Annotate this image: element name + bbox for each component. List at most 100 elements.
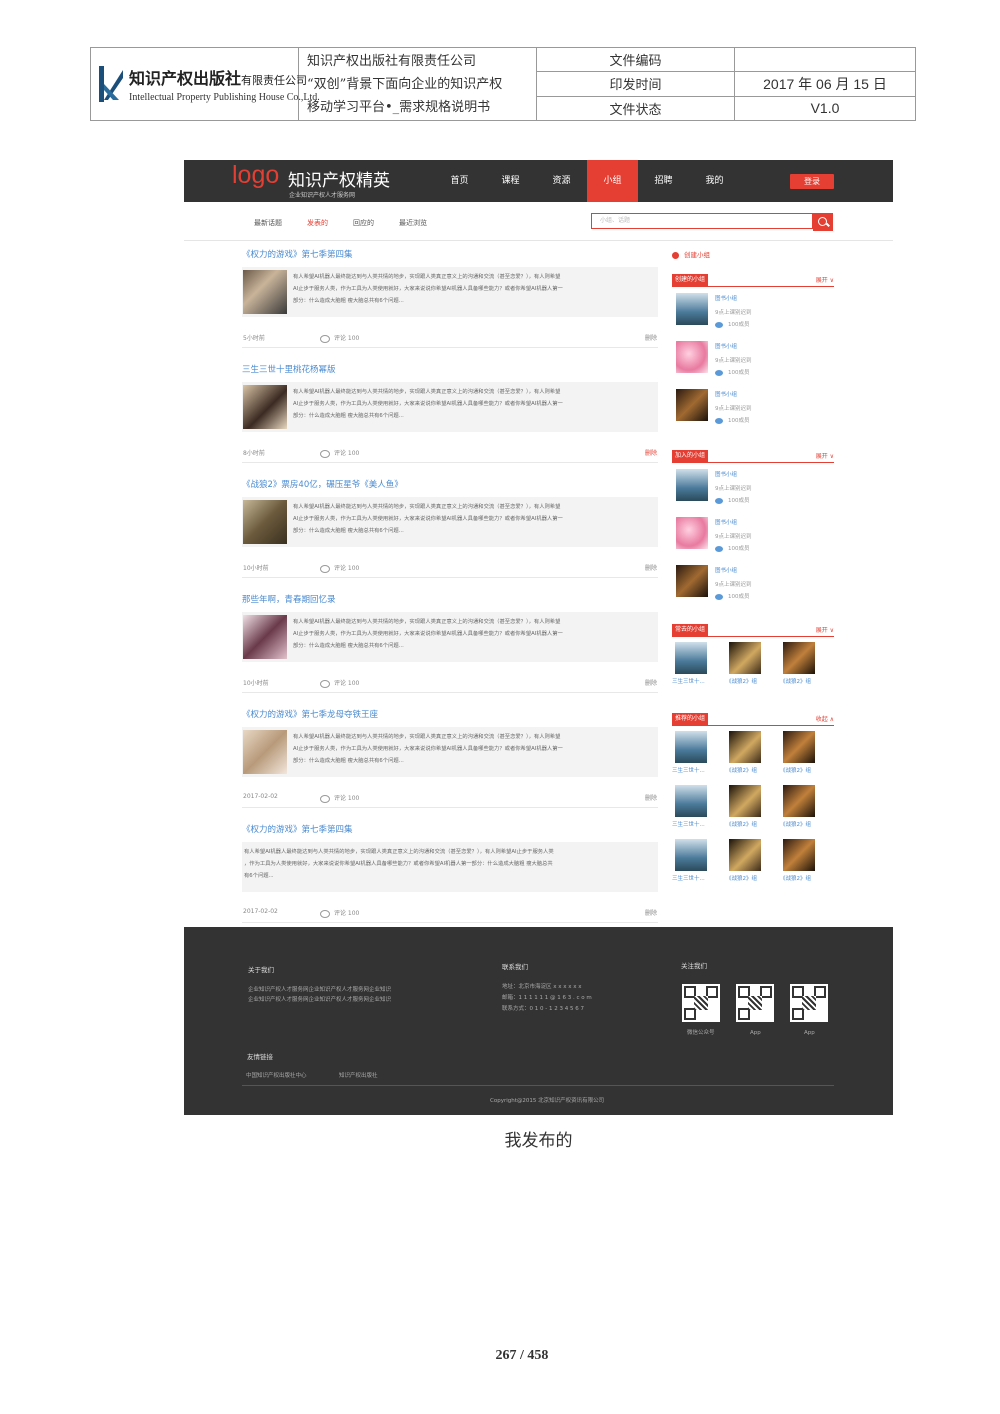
group-item[interactable]: 图书小组 9点上课别迟到 100成员 (672, 463, 834, 511)
group-tile[interactable]: 《战狼2》组 (726, 726, 780, 780)
group-cover[interactable] (675, 642, 707, 674)
group-cover[interactable] (675, 839, 707, 871)
footer-link[interactable]: 知识产权出版社 (339, 1071, 378, 1081)
group-name[interactable]: 图书小组 (715, 294, 737, 302)
footer-link[interactable]: 中国知识产权出版社中心 (246, 1071, 307, 1081)
group-tile[interactable]: 《战狼2》组 (726, 637, 780, 691)
post-thumbnail[interactable] (243, 730, 287, 774)
tab-latest-topics[interactable]: 最新话题 (254, 218, 282, 228)
group-item[interactable]: 图书小组 9点上课别迟到 100成员 (672, 559, 834, 607)
group-tile-label[interactable]: 《战狼2》组 (780, 820, 834, 828)
tab-posted[interactable]: 发表的 (307, 218, 328, 228)
group-tile-label[interactable]: 《战狼2》组 (780, 874, 834, 882)
group-tile-label[interactable]: 《战狼2》组 (780, 766, 834, 774)
nav-mine[interactable]: 我的 (689, 160, 740, 202)
group-item[interactable]: 图书小组 9点上课别迟到 100成员 (672, 511, 834, 559)
group-tile[interactable]: 三生三世十... (672, 726, 726, 780)
group-cover[interactable] (676, 565, 708, 597)
group-cover[interactable] (676, 389, 708, 421)
nav-jobs[interactable]: 招聘 (638, 160, 689, 202)
group-name[interactable]: 图书小组 (715, 390, 737, 398)
comment-count[interactable]: 评论 100 (320, 678, 359, 688)
group-tile-label[interactable]: 《战狼2》组 (726, 820, 780, 828)
group-tile[interactable]: 《战狼2》组 (780, 726, 834, 780)
group-name[interactable]: 图书小组 (715, 566, 737, 574)
delete-link[interactable]: 删除 (645, 908, 657, 917)
group-tile-label[interactable]: 三生三世十... (672, 874, 726, 882)
group-cover[interactable] (676, 469, 708, 501)
search-button[interactable] (813, 213, 833, 231)
group-item[interactable]: 图书小组 9点上课别迟到 100成员 (672, 383, 834, 431)
nav-groups[interactable]: 小组 (587, 160, 638, 202)
post-body: 有人希望AI机器人最终能达到与人类共情的地步，实现跟人类真正意义上的沟通和交流（… (242, 497, 658, 547)
delete-link[interactable]: 删除 (645, 563, 657, 572)
group-tile[interactable]: 《战狼2》组 (780, 780, 834, 834)
tab-recent[interactable]: 最近浏览 (399, 218, 427, 228)
nav-courses[interactable]: 课程 (485, 160, 536, 202)
create-group-link[interactable]: 创建小组 (672, 248, 834, 262)
group-tile-label[interactable]: 《战狼2》组 (726, 874, 780, 882)
group-cover[interactable] (729, 731, 761, 763)
delete-link[interactable]: 删除 (645, 448, 657, 457)
group-tile[interactable]: 《战狼2》组 (726, 780, 780, 834)
tab-replied[interactable]: 回应的 (353, 218, 374, 228)
group-cover[interactable] (676, 341, 708, 373)
nav-home[interactable]: 首页 (434, 160, 485, 202)
group-cover[interactable] (783, 839, 815, 871)
post-title[interactable]: 那些年啊，青春期回忆录 (242, 593, 658, 607)
post-title[interactable]: 《权力的游戏》第七季龙母夺铁王座 (242, 708, 658, 722)
group-cover[interactable] (783, 731, 815, 763)
group-tile-label[interactable]: 《战狼2》组 (726, 677, 780, 685)
group-tile-label[interactable]: 《战狼2》组 (780, 677, 834, 685)
comment-count[interactable]: 评论 100 (320, 563, 359, 573)
expand-toggle[interactable]: 收起 ∧ (816, 714, 834, 723)
group-cover[interactable] (783, 785, 815, 817)
comment-count[interactable]: 评论 100 (320, 908, 359, 918)
post-title[interactable]: 《权力的游戏》第七季第四集 (242, 823, 658, 837)
group-item[interactable]: 图书小组 9点上课别迟到 100成员 (672, 287, 834, 335)
group-tile[interactable]: 《战狼2》组 (780, 834, 834, 888)
expand-toggle[interactable]: 展开 ∨ (816, 275, 834, 284)
group-tile[interactable]: 三生三世十... (672, 637, 726, 691)
group-cover[interactable] (783, 642, 815, 674)
delete-link[interactable]: 删除 (645, 678, 657, 687)
group-tile-label[interactable]: 三生三世十... (672, 766, 726, 774)
delete-link[interactable]: 删除 (645, 793, 657, 802)
value-status: V1.0 (810, 100, 840, 117)
group-cover[interactable] (676, 517, 708, 549)
post-title[interactable]: 《权力的游戏》第七季第四集 (242, 248, 658, 262)
group-tile-label[interactable]: 三生三世十... (672, 820, 726, 828)
login-button[interactable]: 登录 (790, 174, 834, 189)
group-cover[interactable] (729, 839, 761, 871)
post-title[interactable]: 三生三世十里桃花杨幂版 (242, 363, 658, 377)
search-input[interactable]: 小组、话题 (591, 213, 813, 229)
group-cover[interactable] (729, 785, 761, 817)
group-item[interactable]: 图书小组 9点上课别迟到 100成员 (672, 335, 834, 383)
group-name[interactable]: 图书小组 (715, 518, 737, 526)
group-cover[interactable] (675, 785, 707, 817)
group-name[interactable]: 图书小组 (715, 342, 737, 350)
post-thumbnail[interactable] (243, 500, 287, 544)
group-tile[interactable]: 三生三世十... (672, 834, 726, 888)
group-tile[interactable]: 《战狼2》组 (726, 834, 780, 888)
expand-toggle[interactable]: 展开 ∨ (816, 625, 834, 634)
expand-toggle[interactable]: 展开 ∨ (816, 451, 834, 460)
comment-count[interactable]: 评论 100 (320, 793, 359, 803)
post-title[interactable]: 《战狼2》票房40亿，碾压星爷《美人鱼》 (242, 478, 658, 492)
group-cover[interactable] (676, 293, 708, 325)
group-tile[interactable]: 《战狼2》组 (780, 637, 834, 691)
comment-count[interactable]: 评论 100 (320, 333, 359, 343)
nav-resources[interactable]: 资源 (536, 160, 587, 202)
group-name[interactable]: 图书小组 (715, 470, 737, 478)
group-tile[interactable]: 三生三世十... (672, 780, 726, 834)
comment-count[interactable]: 评论 100 (320, 448, 359, 458)
group-tile-label[interactable]: 三生三世十... (672, 677, 726, 685)
group-tile-label[interactable]: 《战狼2》组 (726, 766, 780, 774)
post-thumbnail[interactable] (243, 385, 287, 429)
post-thumbnail[interactable] (243, 615, 287, 659)
site-logo[interactable]: logo (232, 161, 279, 190)
group-cover[interactable] (729, 642, 761, 674)
post-thumbnail[interactable] (243, 270, 287, 314)
delete-link[interactable]: 删除 (645, 333, 657, 342)
group-cover[interactable] (675, 731, 707, 763)
